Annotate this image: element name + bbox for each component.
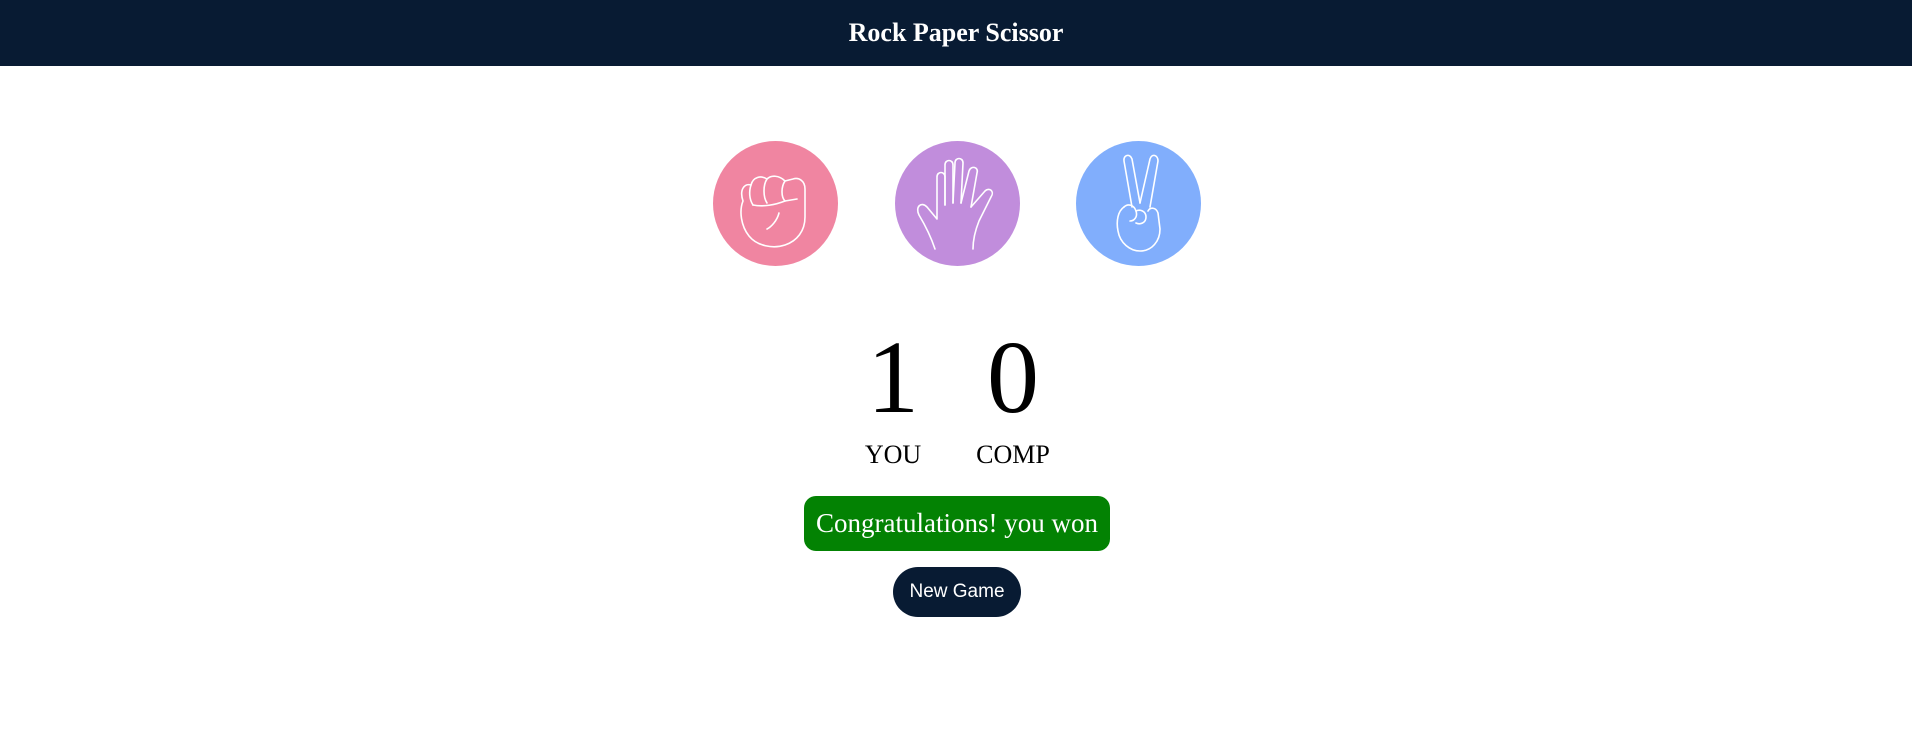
open-hand-icon [916,157,994,250]
new-game-button[interactable]: New Game [893,567,1021,617]
fist-icon [740,175,806,248]
comp-score-block: 0 COMP [943,320,1083,470]
user-score-block: 1 YOU [823,320,963,470]
page-title: Rock Paper Scissor [848,18,1064,47]
scissor-choice[interactable] [1076,141,1201,266]
comp-score-label: COMP [976,440,1050,469]
comp-score: 0 [987,320,1039,435]
peace-hand-icon [1116,154,1161,252]
app-header: Rock Paper Scissor [0,0,1912,66]
choices-row [0,141,1912,266]
paper-choice[interactable] [895,141,1020,266]
result-message: Congratulations! you won [804,496,1110,551]
rock-choice[interactable] [713,141,838,266]
user-score-label: YOU [864,440,922,469]
user-score: 1 [867,320,919,435]
